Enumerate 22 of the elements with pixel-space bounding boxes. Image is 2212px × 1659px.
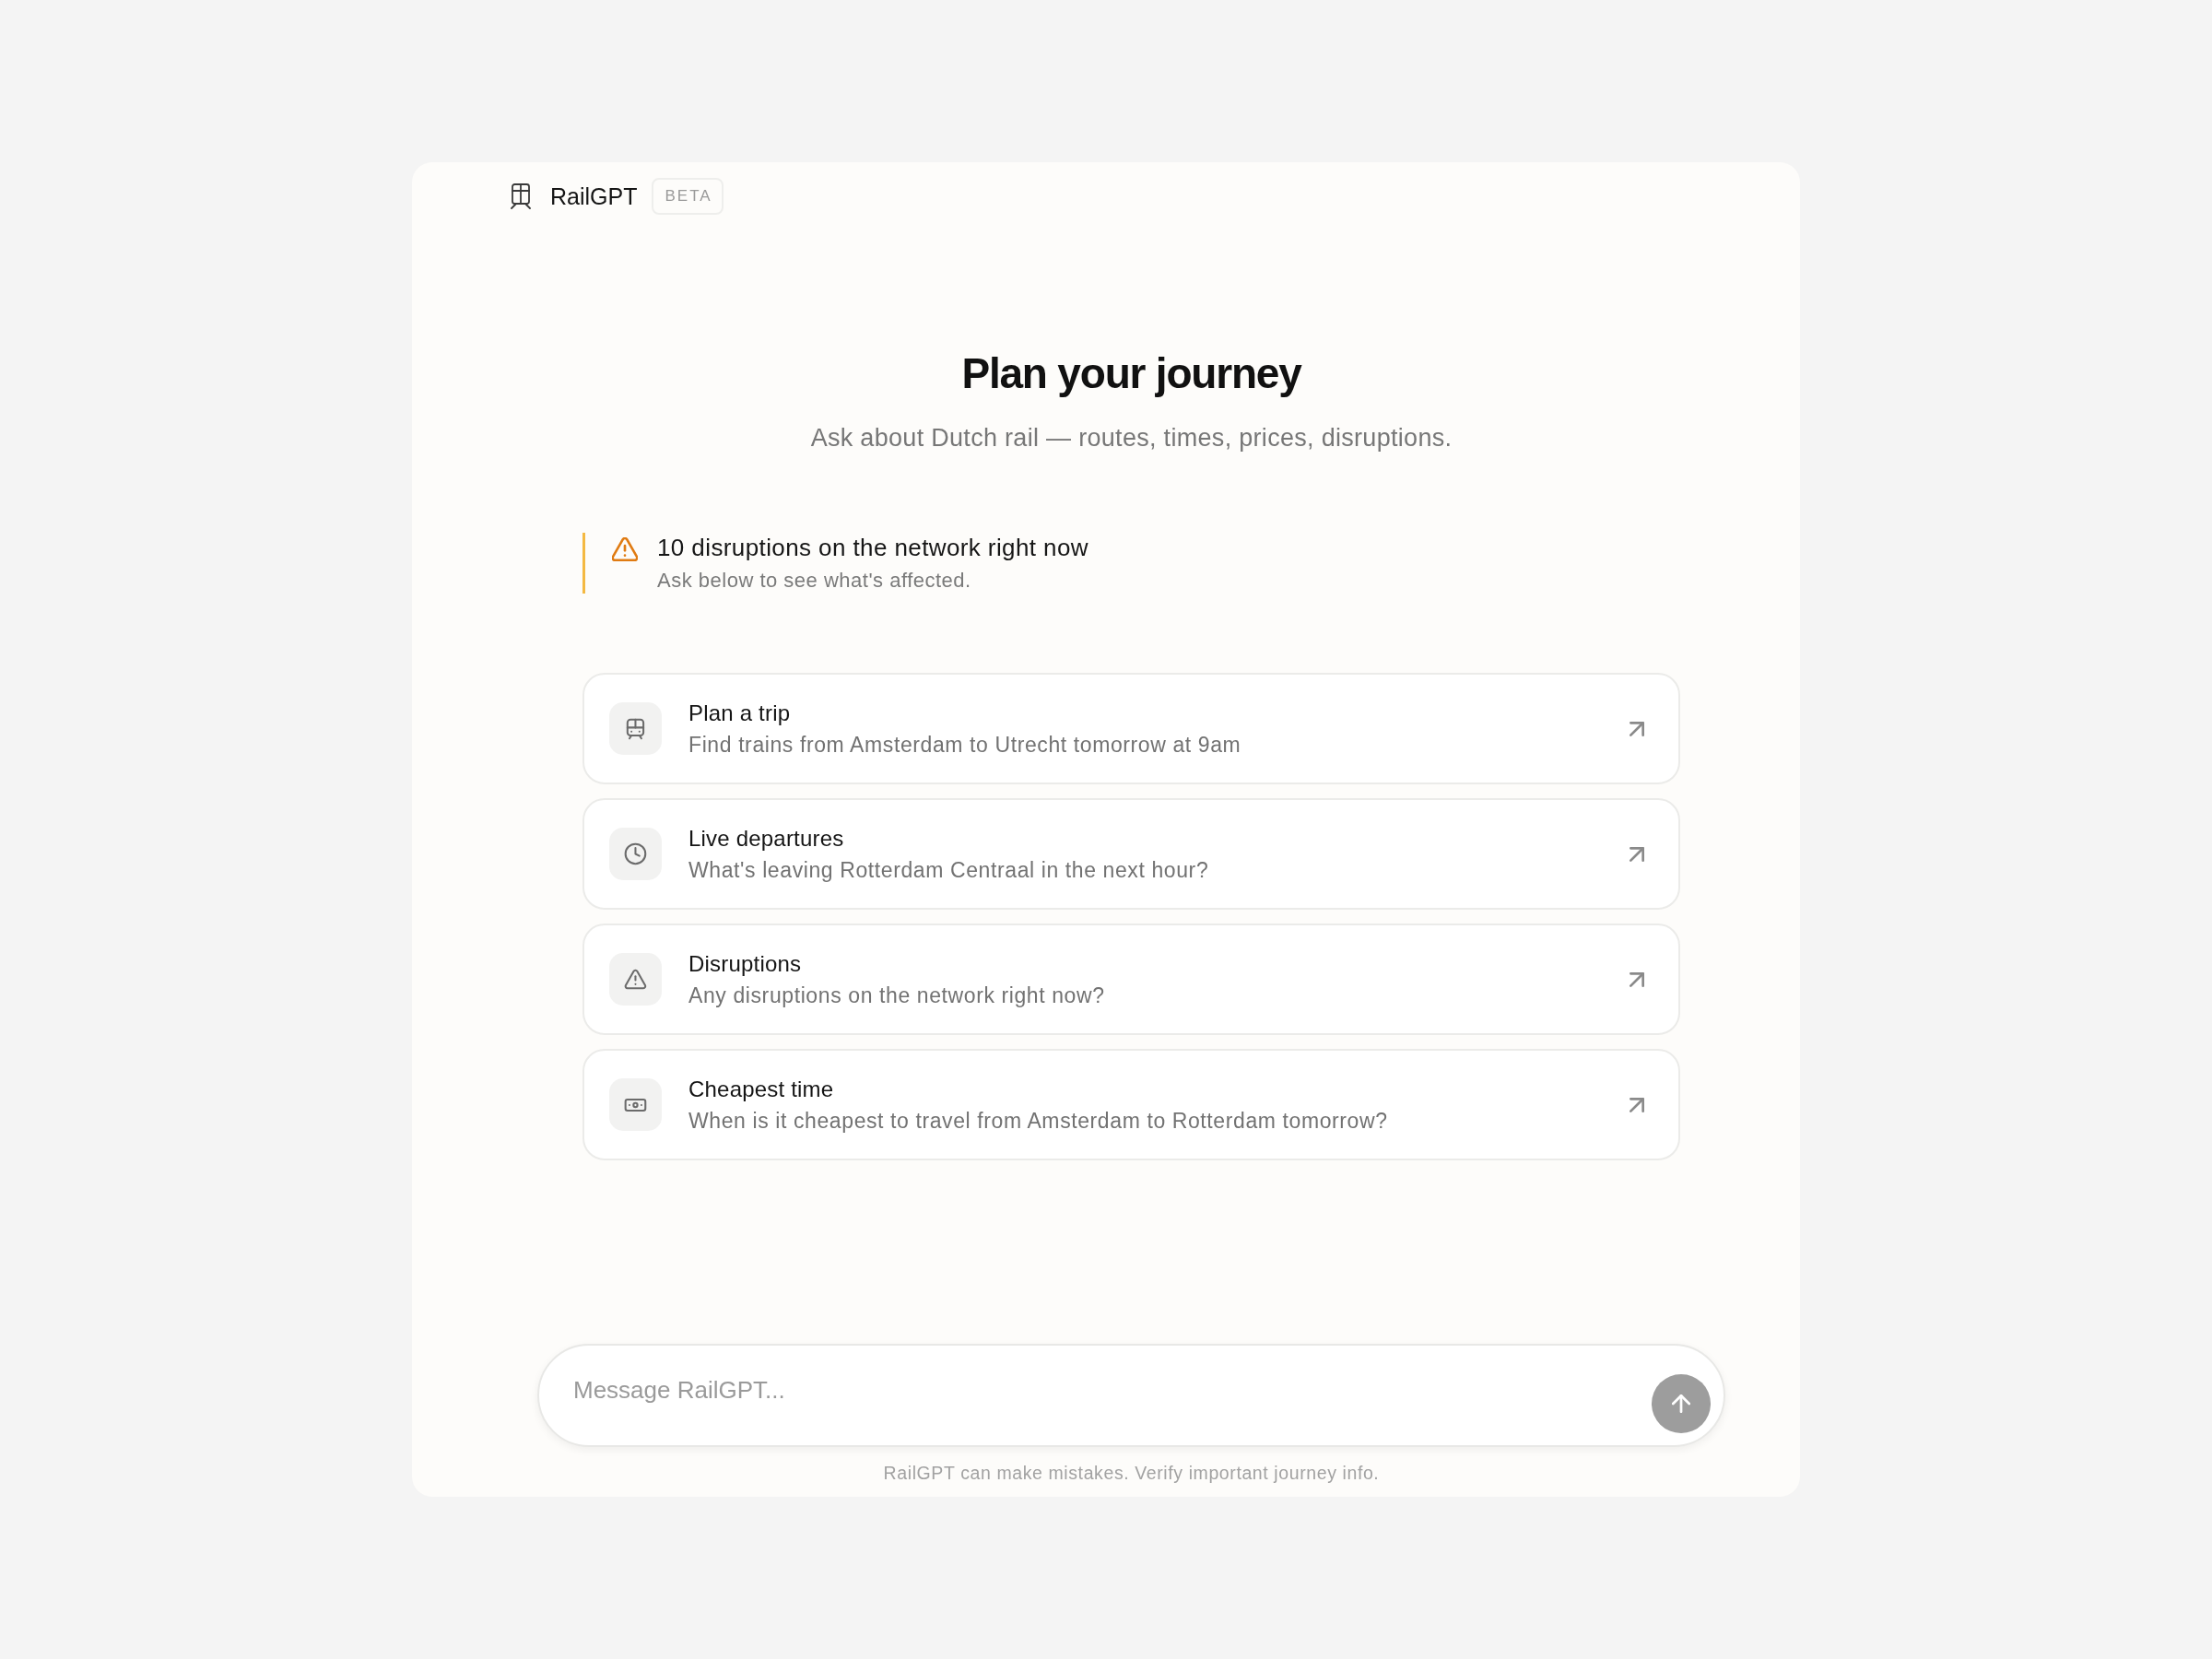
warning-icon	[609, 953, 662, 1006]
train-icon	[511, 183, 531, 209]
disclaimer-text: RailGPT can make mistakes. Verify important journey info.	[883, 1462, 1380, 1485]
arrow-up-right-icon	[1630, 971, 1644, 987]
suggestion-card[interactable]: Live departures What's leaving Rotterdam Centraal in the next hour?	[582, 798, 1680, 910]
page-title: Plan your journey	[961, 348, 1301, 399]
message-input[interactable]: Message RailGPT...	[537, 1344, 1725, 1447]
train-icon	[609, 702, 662, 755]
clock-icon	[609, 828, 662, 880]
arrow-up-right-icon	[1630, 721, 1644, 736]
arrow-up-right-icon	[1630, 1097, 1644, 1112]
brand-name: RailGPT	[550, 182, 638, 211]
suggestion-card[interactable]: Disruptions Any disruptions on the network right now?	[582, 924, 1680, 1035]
warning-icon	[612, 537, 638, 561]
alert-title: 10 disruptions on the network right now	[657, 533, 1088, 562]
suggestion-card[interactable]: Cheapest time When is it cheapest to travel from Amsterdam to Rotterdam tomorrow?	[582, 1049, 1680, 1160]
suggestion-card[interactable]: Plan a trip Find trains from Amsterdam to Utrecht tomorrow at 9am	[582, 673, 1680, 784]
arrow-up-right-icon	[1630, 846, 1644, 862]
banknote-icon	[609, 1078, 662, 1131]
beta-badge: BETA	[652, 178, 724, 215]
alert-text: Ask below to see what's affected.	[657, 568, 972, 594]
page-subtitle: Ask about Dutch rail — routes, times, prices, disruptions.	[810, 423, 1453, 453]
